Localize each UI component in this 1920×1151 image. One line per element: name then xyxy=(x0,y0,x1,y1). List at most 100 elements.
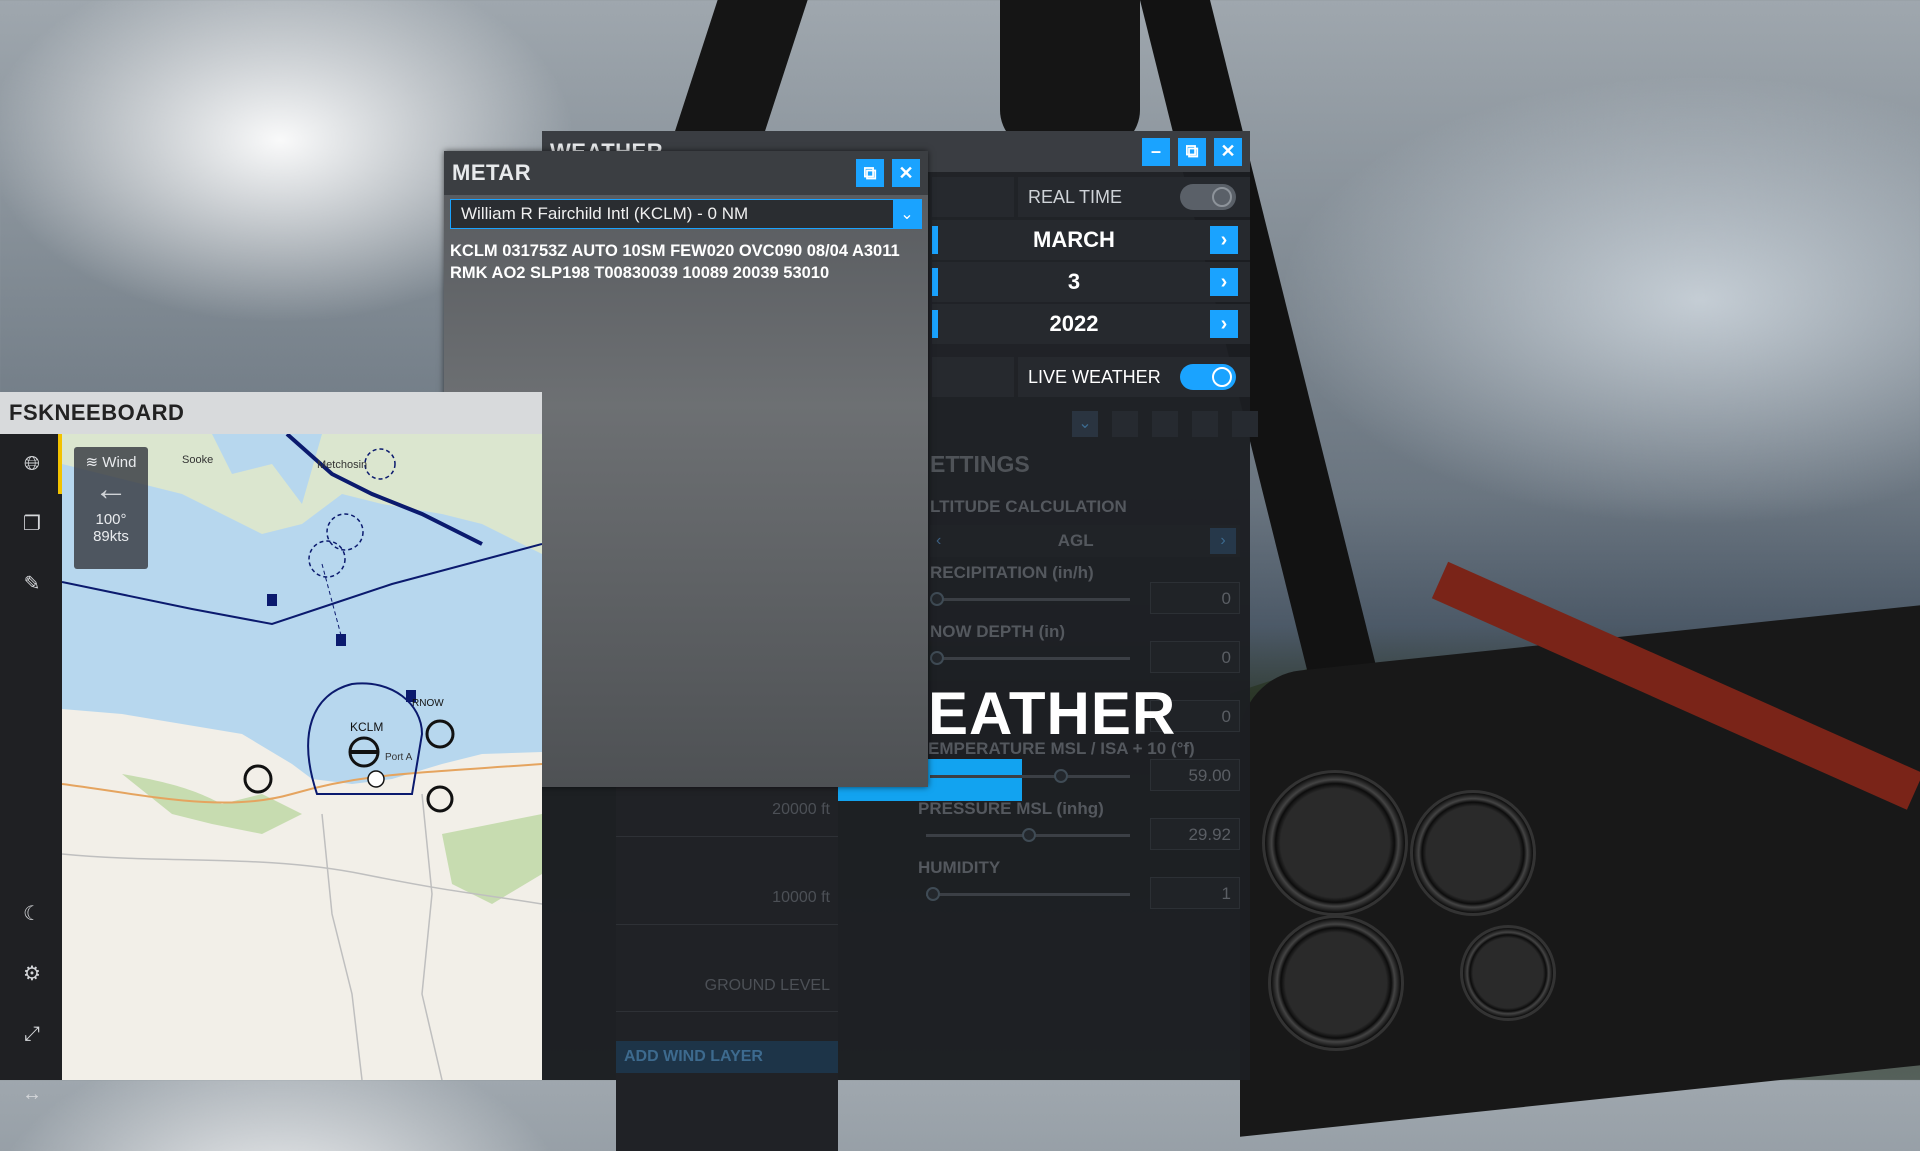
distant-treeline xyxy=(1230,649,1920,730)
temperature-value[interactable]: 59.00 xyxy=(1150,759,1240,791)
precipitation-slider[interactable] xyxy=(930,592,1130,606)
precipitation-value[interactable]: 0 xyxy=(1150,582,1240,614)
fskneeboard-title: FSKNEEBOARD xyxy=(9,400,185,425)
humidity-label: HUMIDITY xyxy=(918,858,1001,877)
snow-depth-value[interactable]: 0 xyxy=(1150,641,1240,673)
temperature-label: EMPERATURE MSL / ISA + 10 (°f) xyxy=(928,739,1195,758)
month-value: MARCH xyxy=(1033,227,1115,252)
altitude-calc-label: LTITUDE CALCULATION xyxy=(930,497,1127,516)
real-time-left-cell xyxy=(932,177,1014,217)
live-weather-toggle[interactable] xyxy=(1180,364,1236,390)
map-view[interactable]: Sooke Metchosin KCLM Port A RNOW ≋ Wind … xyxy=(62,434,542,1080)
wind-speed: 89kts xyxy=(93,528,129,545)
engine-gauge xyxy=(1460,925,1556,1021)
layer-20000-label: 20000 ft xyxy=(772,801,830,818)
altimeter-gauge xyxy=(1268,915,1404,1051)
metar-report-line-2: RMK AO2 SLP198 T00830039 10089 20039 530… xyxy=(450,264,830,282)
map-label-metchosin: Metchosin xyxy=(317,459,368,471)
metar-report: KCLM 031753Z AUTO 10SM FEW020 OVC090 08/… xyxy=(450,240,922,284)
altitude-prev-icon[interactable]: ‹ xyxy=(930,532,941,550)
live-weather-left-cell xyxy=(932,357,1014,397)
toolbar-icon-5[interactable] xyxy=(1232,411,1258,437)
toolbar-icon-3[interactable] xyxy=(1152,411,1178,437)
layer-10000-label: 10000 ft xyxy=(772,889,830,906)
ground-level-label: GROUND LEVEL xyxy=(704,977,830,994)
year-value: 2022 xyxy=(1049,311,1099,336)
real-time-label: REAL TIME xyxy=(1028,186,1123,207)
attitude-gauge xyxy=(1410,790,1536,916)
gear-icon[interactable]: ⚙ xyxy=(18,960,46,988)
instrument-panel xyxy=(1240,603,1920,1137)
altitude-calc-selector[interactable]: ‹ AGL › xyxy=(930,525,1240,557)
cockpit-rail xyxy=(1431,561,1920,810)
weather-overlay-banner: EATHER xyxy=(928,680,1177,747)
precipitation-label: RECIPITATION (in/h) xyxy=(930,563,1094,582)
map-label-sooke: Sooke xyxy=(182,454,214,466)
wind-widget-header: ≋ Wind xyxy=(74,453,148,471)
live-weather-label: LIVE WEATHER xyxy=(1028,366,1161,387)
wind-widget: ≋ Wind ← 100° 89kts xyxy=(74,447,148,569)
globe-icon[interactable]: 🌐︎ xyxy=(18,450,46,478)
pressure-label: PRESSURE MSL (inhg) xyxy=(918,799,1104,818)
snow-depth-label: NOW DEPTH (in) xyxy=(930,622,1066,641)
day-value: 3 xyxy=(1067,269,1081,294)
resize-horizontal-icon[interactable]: ↔ xyxy=(18,1080,46,1108)
marker-e-1 xyxy=(267,594,277,606)
station-select-value: William R Fairchild Intl (KCLM) - 0 NM xyxy=(461,204,749,223)
popout-icon[interactable]: ⧉ xyxy=(1178,137,1206,166)
fskneeboard-window: FSKNEEBOARD 🌐︎ ❐ ✎ ☾ ⚙ ⤢ ↔ Sooke Metchos… xyxy=(0,392,542,1105)
real-time-toggle[interactable] xyxy=(1180,184,1236,210)
wind-icon: ≋ xyxy=(85,454,99,471)
close-icon[interactable]: ✕ xyxy=(892,159,920,187)
heliport-icon[interactable] xyxy=(367,770,385,788)
notepad-icon[interactable]: ✎ xyxy=(18,570,46,598)
map-label-kclm: KCLM xyxy=(350,720,384,734)
documents-icon[interactable]: ❐ xyxy=(18,510,46,538)
fullscreen-icon[interactable]: ⤢ xyxy=(18,1020,46,1048)
pressure-slider[interactable] xyxy=(926,828,1130,842)
snow-depth-slider[interactable] xyxy=(930,651,1130,665)
metar-window-header: METAR ⧉ ✕ xyxy=(444,151,928,195)
minimize-icon[interactable]: – xyxy=(1142,137,1170,166)
airport-icon-3[interactable] xyxy=(425,719,455,749)
marker-f-1 xyxy=(336,634,346,646)
chevron-down-icon[interactable]: ⌄ xyxy=(893,200,921,228)
peninsula-landmass xyxy=(62,709,542,1080)
moon-icon[interactable]: ☾ xyxy=(18,900,46,928)
layer-divider-2 xyxy=(616,924,838,925)
popout-icon[interactable]: ⧉ xyxy=(856,159,884,187)
compass-mount xyxy=(1000,0,1140,150)
station-select[interactable]: William R Fairchild Intl (KCLM) - 0 NM ⌄ xyxy=(450,199,922,229)
wind-layer-column: 20000 ft 10000 ft GROUND LEVEL xyxy=(616,761,838,1151)
toolbar-icon-2[interactable] xyxy=(1112,411,1138,437)
altitude-next-icon[interactable]: › xyxy=(1210,528,1236,554)
year-next-button[interactable]: › xyxy=(1210,310,1238,338)
add-wind-layer-button[interactable]: ADD WIND LAYER xyxy=(616,1041,838,1073)
toolbar-icon-4[interactable] xyxy=(1192,411,1218,437)
chevron-down-icon[interactable]: ⌄ xyxy=(1072,411,1098,437)
wind-arrow-icon: ← xyxy=(94,470,128,508)
pressure-value[interactable]: 29.92 xyxy=(1150,818,1240,850)
humidity-slider[interactable] xyxy=(926,887,1130,901)
year-row: 2022 › xyxy=(932,304,1250,344)
close-icon[interactable]: ✕ xyxy=(1214,137,1242,166)
humidity-value[interactable]: 1 xyxy=(1150,877,1240,909)
layer-toolbar: ⌄ xyxy=(1072,411,1258,437)
live-weather-row: LIVE WEATHER xyxy=(1018,357,1250,397)
reporting-circle-2 xyxy=(308,540,346,578)
day-row: 3 › xyxy=(932,262,1250,302)
wind-direction: 100° xyxy=(95,511,127,528)
altitude-mode-value: AGL xyxy=(1057,531,1094,550)
wind-label: Wind xyxy=(102,454,137,471)
temperature-slider[interactable] xyxy=(930,769,1130,783)
airspeed-gauge xyxy=(1262,770,1408,916)
month-next-button[interactable]: › xyxy=(1210,226,1238,254)
day-next-button[interactable]: › xyxy=(1210,268,1238,296)
reporting-circle-1 xyxy=(326,513,364,551)
month-row: MARCH › xyxy=(932,220,1250,260)
real-time-row: REAL TIME xyxy=(1018,177,1250,217)
settings-header: ETTINGS xyxy=(930,451,1030,477)
metar-report-line-1: KCLM 031753Z AUTO 10SM FEW020 OVC090 08/… xyxy=(450,242,900,260)
fskneeboard-sidebar: 🌐︎ ❐ ✎ ☾ ⚙ ⤢ ↔ xyxy=(0,434,62,1105)
runway xyxy=(1577,716,1920,824)
